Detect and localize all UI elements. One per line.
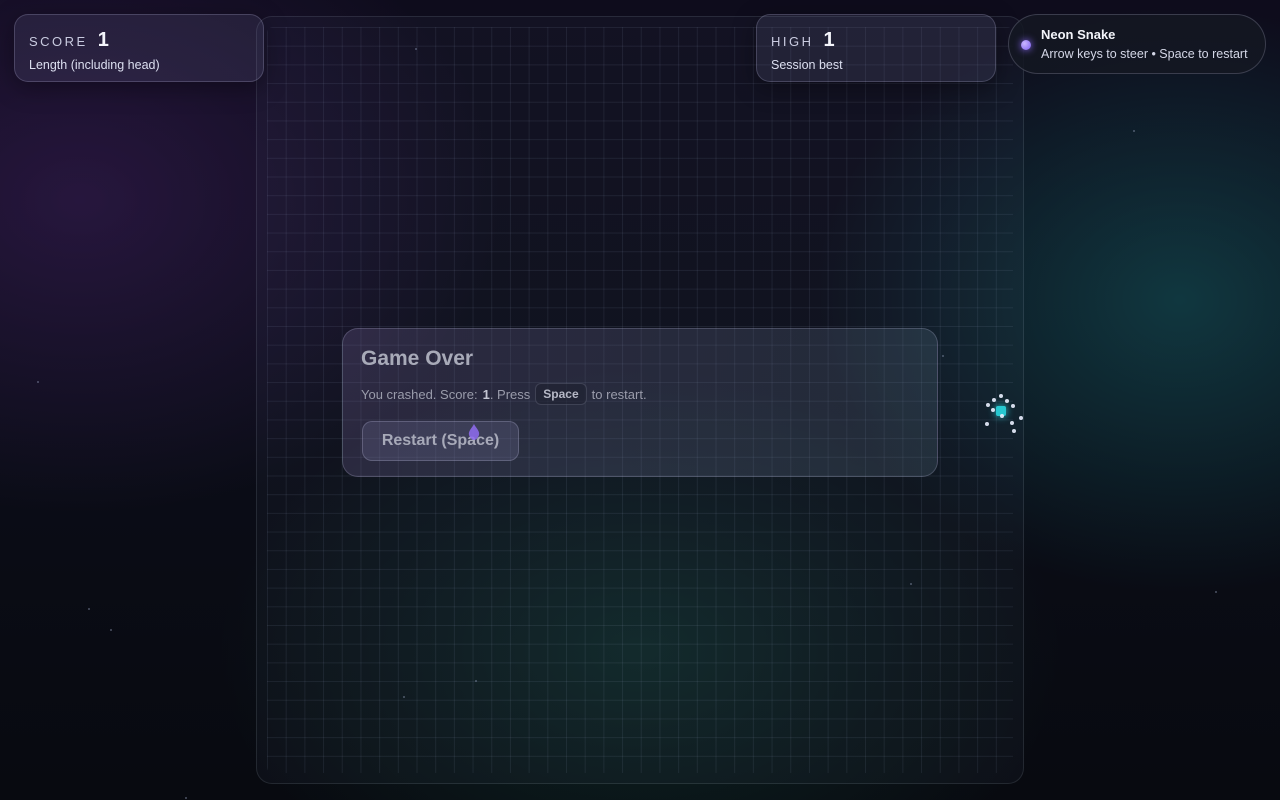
high-score-value: 1	[823, 29, 835, 51]
crash-particle	[1005, 399, 1009, 403]
high-score-subtitle: Session best	[771, 58, 843, 72]
game-title-pill: Neon Snake Arrow keys to steer • Space t…	[1008, 14, 1266, 74]
game-over-title: Game Over	[361, 347, 474, 370]
star	[1215, 591, 1217, 593]
final-score: 1	[482, 386, 490, 402]
game-over-dialog: Game Over You crashed. Score: 1. Press S…	[342, 328, 938, 477]
star	[110, 629, 112, 631]
star	[185, 797, 187, 799]
game-over-message: You crashed. Score: 1. Press Space to re…	[361, 383, 919, 405]
star	[1133, 130, 1135, 132]
status-dot-icon	[1021, 40, 1031, 50]
crash-particle	[1019, 416, 1023, 420]
flame-icon	[468, 424, 480, 440]
high-score-label: HIGH	[771, 34, 814, 49]
score-subtitle: Length (including head)	[29, 58, 160, 72]
crash-particle	[992, 398, 996, 402]
high-score-card: HIGH 1 Session best	[756, 14, 996, 82]
score-card: SCORE 1 Length (including head)	[14, 14, 264, 82]
crash-particle	[1000, 414, 1004, 418]
star	[88, 608, 90, 610]
score-label: SCORE	[29, 34, 88, 49]
crash-particle	[985, 422, 989, 426]
game-title: Neon Snake	[1041, 27, 1116, 42]
crash-particle	[991, 408, 995, 412]
restart-button[interactable]: Restart (Space)	[362, 421, 519, 461]
crash-particle	[986, 403, 990, 407]
message-prefix: You crashed. Score:	[361, 386, 478, 402]
space-key-badge: Space	[535, 383, 587, 405]
score-value: 1	[97, 29, 109, 51]
star	[37, 381, 39, 383]
crash-particle	[1012, 429, 1016, 433]
message-suffix: to restart.	[591, 386, 647, 402]
crash-particle	[1011, 404, 1015, 408]
crash-particle	[1010, 421, 1014, 425]
crash-particle	[999, 394, 1003, 398]
message-mid: . Press	[489, 386, 531, 402]
controls-hint: Arrow keys to steer • Space to restart	[1041, 47, 1248, 61]
